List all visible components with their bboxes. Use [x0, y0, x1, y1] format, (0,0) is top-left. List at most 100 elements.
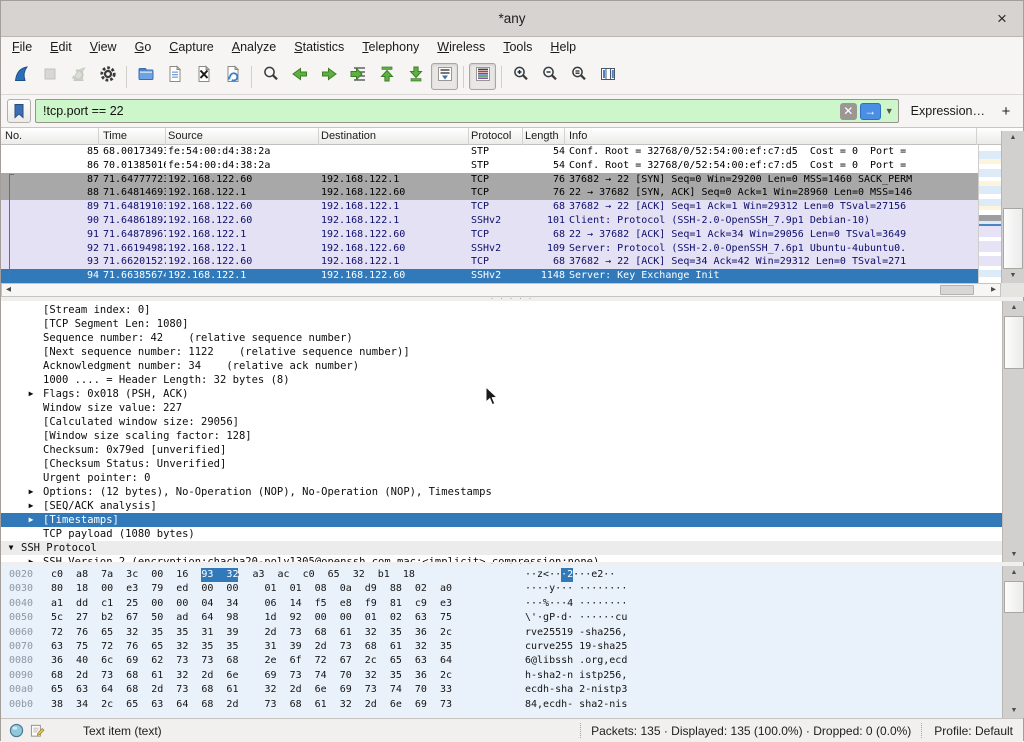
column-header-info[interactable]: Info: [565, 128, 977, 145]
detail-line[interactable]: 1000 .... = Header Length: 32 bytes (8): [1, 373, 1002, 387]
expand-arrow-icon[interactable]: ▶: [25, 499, 37, 513]
hex-bytes[interactable]: 36 40 6c 69 62 73 73 68 2e 6f 72 67 2c 6…: [51, 654, 452, 668]
menu-help[interactable]: Help: [541, 37, 585, 59]
packet-row-90[interactable]: 9071.648618924192.168.122.60192.168.122.…: [1, 214, 978, 228]
hex-ascii[interactable]: ····y··· ········: [525, 582, 627, 596]
detail-line[interactable]: [TCP Segment Len: 1080]: [1, 317, 1002, 331]
close-icon[interactable]: ×: [991, 8, 1013, 30]
hex-bytes[interactable]: 63 75 72 76 65 32 35 35 31 39 2d 73 68 6…: [51, 640, 452, 654]
scrollbar-thumb[interactable]: [1004, 581, 1024, 613]
packet-row-93[interactable]: 9371.662015274192.168.122.60192.168.122.…: [1, 255, 978, 269]
menu-view[interactable]: View: [81, 37, 126, 59]
hex-row-0060[interactable]: 006072 76 65 32 35 35 31 39 2d 73 68 61 …: [1, 626, 1002, 640]
expert-info-icon[interactable]: [9, 723, 24, 738]
menu-go[interactable]: Go: [126, 37, 161, 59]
detail-line[interactable]: [Window size scaling factor: 128]: [1, 429, 1002, 443]
packet-bytes-pane[interactable]: 0020c0 a8 7a 3c 00 16 93 32 85 a3 ac c0 …: [1, 566, 1002, 718]
resize-columns-button[interactable]: [594, 63, 621, 90]
column-header-source[interactable]: Source: [164, 128, 319, 145]
packet-row-86[interactable]: 8670.013850163fe:54:00:d4:38:2aSTP54Conf…: [1, 159, 978, 173]
hex-bytes[interactable]: 80 18 00 e3 79 ed 00 00 01 01 08 0a d9 8…: [51, 582, 452, 596]
packet-list-minimap[interactable]: [978, 145, 1001, 283]
scrollbar-thumb[interactable]: [1003, 208, 1023, 269]
packet-row-85[interactable]: 8568.001734936fe:54:00:d4:38:2aSTP54Conf…: [1, 145, 978, 159]
detail-line[interactable]: ▶SSH Version 2 (encryption:chacha20-poly…: [1, 555, 1002, 562]
scrollbar-thumb[interactable]: [1004, 316, 1024, 369]
hex-bytes[interactable]: 72 76 65 32 35 35 31 39 2d 73 68 61 32 3…: [51, 626, 452, 640]
reload-file-button[interactable]: [219, 63, 246, 90]
hscrollbar-thumb[interactable]: [940, 285, 974, 295]
expand-arrow-icon[interactable]: ▶: [25, 387, 37, 401]
scroll-down-icon[interactable]: ▼: [1003, 548, 1024, 562]
expand-arrow-icon[interactable]: ▶: [25, 513, 37, 527]
capture-comment-icon[interactable]: [30, 723, 45, 738]
packet-list-hscrollbar[interactable]: ◀ ▶: [1, 283, 1001, 297]
column-header-proto[interactable]: Protocol: [467, 128, 523, 145]
hex-row-0020[interactable]: 0020c0 a8 7a 3c 00 16 93 32 85 a3 ac c0 …: [1, 568, 1002, 582]
packet-row-89[interactable]: 8971.648191037192.168.122.60192.168.122.…: [1, 200, 978, 214]
auto-scroll-button[interactable]: [431, 63, 458, 90]
go-forward-button[interactable]: [315, 63, 342, 90]
column-header-time[interactable]: Time: [99, 128, 166, 145]
hex-ascii[interactable]: 84,ecdh- sha2-nis: [525, 698, 627, 712]
expression-button[interactable]: Expression…: [899, 104, 995, 118]
hex-ascii[interactable]: \'·gP·d· ······cu: [525, 611, 627, 625]
packet-row-88[interactable]: 8871.648146932192.168.122.1192.168.122.6…: [1, 186, 978, 200]
go-back-button[interactable]: [286, 63, 313, 90]
detail-line[interactable]: Window size value: 227: [1, 401, 1002, 415]
detail-line[interactable]: Checksum: 0x79ed [unverified]: [1, 443, 1002, 457]
packet-row-94[interactable]: 9471.663856741192.168.122.1192.168.122.6…: [1, 269, 978, 283]
detail-line[interactable]: [Next sequence number: 1122 (relative se…: [1, 345, 1002, 359]
hex-row-0090[interactable]: 009068 2d 73 68 61 32 2d 6e 69 73 74 70 …: [1, 669, 1002, 683]
filter-clear-icon[interactable]: ✕: [840, 103, 857, 120]
hex-row-00a0[interactable]: 00a065 63 64 68 2d 73 68 61 32 2d 6e 69 …: [1, 683, 1002, 697]
hex-ascii[interactable]: 6@libssh .org,ecd: [525, 654, 627, 668]
scroll-up-icon[interactable]: ▲: [1003, 301, 1024, 315]
hex-bytes[interactable]: a1 dd c1 25 00 00 04 34 06 14 f5 e8 f9 8…: [51, 597, 452, 611]
detail-line[interactable]: ▼SSH Protocol: [1, 541, 1002, 555]
packet-list-scrollbar[interactable]: ▲ ▼: [1001, 131, 1024, 283]
scroll-up-icon[interactable]: ▲: [1002, 131, 1024, 145]
close-file-button[interactable]: [190, 63, 217, 90]
zoom-original-button[interactable]: [565, 63, 592, 90]
hex-ascii[interactable]: curve255 19-sha25: [525, 640, 627, 654]
detail-line[interactable]: TCP payload (1080 bytes): [1, 527, 1002, 541]
bytes-scrollbar[interactable]: ▲ ▼: [1002, 566, 1024, 718]
detail-line[interactable]: ▶Flags: 0x018 (PSH, ACK): [1, 387, 1002, 401]
colorize-button[interactable]: [469, 63, 496, 90]
hex-row-00b0[interactable]: 00b038 34 2c 65 63 64 68 2d 73 68 61 32 …: [1, 698, 1002, 712]
menu-analyze[interactable]: Analyze: [223, 37, 285, 59]
scroll-left-icon[interactable]: ◀: [2, 284, 15, 296]
detail-line[interactable]: Urgent pointer: 0: [1, 471, 1002, 485]
column-header-len[interactable]: Length: [521, 128, 565, 145]
hex-bytes[interactable]: 68 2d 73 68 61 32 2d 6e 69 73 74 70 32 3…: [51, 669, 452, 683]
scroll-up-icon[interactable]: ▲: [1003, 566, 1024, 580]
detail-line[interactable]: ▶Options: (12 bytes), No-Operation (NOP)…: [1, 485, 1002, 499]
column-header-dest[interactable]: Destination: [317, 128, 469, 145]
menu-tools[interactable]: Tools: [494, 37, 541, 59]
menu-statistics[interactable]: Statistics: [285, 37, 353, 59]
hex-ascii[interactable]: rve25519 -sha256,: [525, 626, 627, 640]
zoom-out-button[interactable]: [536, 63, 563, 90]
detail-line[interactable]: Acknowledgment number: 34 (relative ack …: [1, 359, 1002, 373]
expand-arrow-icon[interactable]: ▶: [25, 485, 37, 499]
packet-row-92[interactable]: 9271.661949820192.168.122.1192.168.122.6…: [1, 242, 978, 256]
scroll-down-icon[interactable]: ▼: [1003, 704, 1024, 718]
expand-arrow-icon[interactable]: ▶: [25, 555, 37, 562]
go-first-button[interactable]: [373, 63, 400, 90]
go-to-packet-button[interactable]: [344, 63, 371, 90]
detail-line[interactable]: [Checksum Status: Unverified]: [1, 457, 1002, 471]
hex-row-0070[interactable]: 007063 75 72 76 65 32 35 35 31 39 2d 73 …: [1, 640, 1002, 654]
hex-bytes[interactable]: c0 a8 7a 3c 00 16 93 32 85 a3 ac c0 65 3…: [51, 568, 415, 582]
zoom-in-button[interactable]: [507, 63, 534, 90]
filter-history-caret-icon[interactable]: ▼: [884, 106, 898, 116]
scroll-right-icon[interactable]: ▶: [987, 284, 1000, 296]
collapse-arrow-icon[interactable]: ▼: [5, 541, 17, 555]
find-packet-button[interactable]: [257, 63, 284, 90]
detail-line[interactable]: Sequence number: 42 (relative sequence n…: [1, 331, 1002, 345]
detail-line[interactable]: ▶[Timestamps]: [1, 513, 1002, 527]
hex-bytes[interactable]: 65 63 64 68 2d 73 68 61 32 2d 6e 69 73 7…: [51, 683, 452, 697]
filter-add-button[interactable]: +: [995, 100, 1017, 122]
detail-line[interactable]: [Stream index: 0]: [1, 303, 1002, 317]
hex-ascii[interactable]: ··z<···2 ····e2··: [525, 568, 615, 582]
